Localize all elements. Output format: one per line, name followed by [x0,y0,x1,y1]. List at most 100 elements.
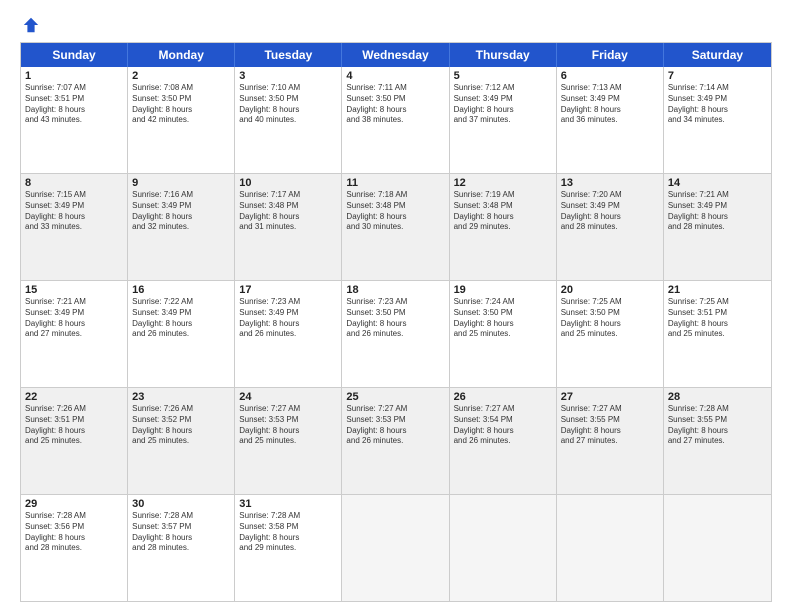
calendar-day: 6Sunrise: 7:13 AMSunset: 3:49 PMDaylight… [557,67,664,173]
calendar-day: 3Sunrise: 7:10 AMSunset: 3:50 PMDaylight… [235,67,342,173]
calendar-day: 7Sunrise: 7:14 AMSunset: 3:49 PMDaylight… [664,67,771,173]
day-info: Sunrise: 7:14 AMSunset: 3:49 PMDaylight:… [668,83,767,126]
day-number: 3 [239,70,337,82]
header-day: Sunday [21,43,128,67]
calendar-day: 25Sunrise: 7:27 AMSunset: 3:53 PMDayligh… [342,388,449,494]
day-info: Sunrise: 7:12 AMSunset: 3:49 PMDaylight:… [454,83,552,126]
calendar-day: 16Sunrise: 7:22 AMSunset: 3:49 PMDayligh… [128,281,235,387]
header-day: Wednesday [342,43,449,67]
calendar-day: 23Sunrise: 7:26 AMSunset: 3:52 PMDayligh… [128,388,235,494]
day-number: 5 [454,70,552,82]
calendar-day: 27Sunrise: 7:27 AMSunset: 3:55 PMDayligh… [557,388,664,494]
day-info: Sunrise: 7:17 AMSunset: 3:48 PMDaylight:… [239,190,337,233]
calendar-day: 15Sunrise: 7:21 AMSunset: 3:49 PMDayligh… [21,281,128,387]
empty-cell [664,495,771,601]
calendar-week: 29Sunrise: 7:28 AMSunset: 3:56 PMDayligh… [21,494,771,601]
day-info: Sunrise: 7:25 AMSunset: 3:50 PMDaylight:… [561,297,659,340]
header-day: Thursday [450,43,557,67]
day-number: 20 [561,284,659,296]
calendar-day: 21Sunrise: 7:25 AMSunset: 3:51 PMDayligh… [664,281,771,387]
day-info: Sunrise: 7:07 AMSunset: 3:51 PMDaylight:… [25,83,123,126]
header [20,16,772,32]
day-number: 24 [239,391,337,403]
calendar-day: 31Sunrise: 7:28 AMSunset: 3:58 PMDayligh… [235,495,342,601]
calendar-header: SundayMondayTuesdayWednesdayThursdayFrid… [21,43,771,67]
day-number: 29 [25,498,123,510]
calendar: SundayMondayTuesdayWednesdayThursdayFrid… [20,42,772,602]
calendar-day: 2Sunrise: 7:08 AMSunset: 3:50 PMDaylight… [128,67,235,173]
day-number: 15 [25,284,123,296]
calendar-day: 18Sunrise: 7:23 AMSunset: 3:50 PMDayligh… [342,281,449,387]
day-number: 13 [561,177,659,189]
day-info: Sunrise: 7:10 AMSunset: 3:50 PMDaylight:… [239,83,337,126]
calendar-day: 5Sunrise: 7:12 AMSunset: 3:49 PMDaylight… [450,67,557,173]
day-number: 8 [25,177,123,189]
day-number: 31 [239,498,337,510]
day-info: Sunrise: 7:24 AMSunset: 3:50 PMDaylight:… [454,297,552,340]
day-number: 10 [239,177,337,189]
day-info: Sunrise: 7:19 AMSunset: 3:48 PMDaylight:… [454,190,552,233]
day-info: Sunrise: 7:18 AMSunset: 3:48 PMDaylight:… [346,190,444,233]
calendar-day: 9Sunrise: 7:16 AMSunset: 3:49 PMDaylight… [128,174,235,280]
calendar-day: 28Sunrise: 7:28 AMSunset: 3:55 PMDayligh… [664,388,771,494]
day-info: Sunrise: 7:08 AMSunset: 3:50 PMDaylight:… [132,83,230,126]
header-day: Saturday [664,43,771,67]
day-number: 22 [25,391,123,403]
day-info: Sunrise: 7:16 AMSunset: 3:49 PMDaylight:… [132,190,230,233]
day-number: 23 [132,391,230,403]
day-info: Sunrise: 7:11 AMSunset: 3:50 PMDaylight:… [346,83,444,126]
calendar-day: 22Sunrise: 7:26 AMSunset: 3:51 PMDayligh… [21,388,128,494]
calendar-day: 29Sunrise: 7:28 AMSunset: 3:56 PMDayligh… [21,495,128,601]
day-info: Sunrise: 7:27 AMSunset: 3:54 PMDaylight:… [454,404,552,447]
day-info: Sunrise: 7:26 AMSunset: 3:51 PMDaylight:… [25,404,123,447]
day-number: 30 [132,498,230,510]
day-info: Sunrise: 7:28 AMSunset: 3:56 PMDaylight:… [25,511,123,554]
calendar-week: 8Sunrise: 7:15 AMSunset: 3:49 PMDaylight… [21,173,771,280]
day-number: 7 [668,70,767,82]
day-info: Sunrise: 7:20 AMSunset: 3:49 PMDaylight:… [561,190,659,233]
calendar-day: 19Sunrise: 7:24 AMSunset: 3:50 PMDayligh… [450,281,557,387]
day-number: 14 [668,177,767,189]
day-number: 16 [132,284,230,296]
day-info: Sunrise: 7:21 AMSunset: 3:49 PMDaylight:… [25,297,123,340]
calendar-day: 13Sunrise: 7:20 AMSunset: 3:49 PMDayligh… [557,174,664,280]
calendar-day: 12Sunrise: 7:19 AMSunset: 3:48 PMDayligh… [450,174,557,280]
logo-icon [22,16,40,34]
day-number: 6 [561,70,659,82]
day-info: Sunrise: 7:23 AMSunset: 3:50 PMDaylight:… [346,297,444,340]
day-info: Sunrise: 7:28 AMSunset: 3:57 PMDaylight:… [132,511,230,554]
calendar-day: 8Sunrise: 7:15 AMSunset: 3:49 PMDaylight… [21,174,128,280]
day-number: 9 [132,177,230,189]
calendar-body: 1Sunrise: 7:07 AMSunset: 3:51 PMDaylight… [21,67,771,601]
calendar-day: 20Sunrise: 7:25 AMSunset: 3:50 PMDayligh… [557,281,664,387]
calendar-day: 26Sunrise: 7:27 AMSunset: 3:54 PMDayligh… [450,388,557,494]
day-number: 26 [454,391,552,403]
header-day: Monday [128,43,235,67]
calendar-week: 15Sunrise: 7:21 AMSunset: 3:49 PMDayligh… [21,280,771,387]
header-day: Tuesday [235,43,342,67]
day-info: Sunrise: 7:28 AMSunset: 3:55 PMDaylight:… [668,404,767,447]
calendar-day: 24Sunrise: 7:27 AMSunset: 3:53 PMDayligh… [235,388,342,494]
day-number: 2 [132,70,230,82]
day-info: Sunrise: 7:27 AMSunset: 3:53 PMDaylight:… [346,404,444,447]
day-info: Sunrise: 7:23 AMSunset: 3:49 PMDaylight:… [239,297,337,340]
page: SundayMondayTuesdayWednesdayThursdayFrid… [0,0,792,612]
day-info: Sunrise: 7:21 AMSunset: 3:49 PMDaylight:… [668,190,767,233]
empty-cell [450,495,557,601]
day-info: Sunrise: 7:27 AMSunset: 3:55 PMDaylight:… [561,404,659,447]
calendar-day: 1Sunrise: 7:07 AMSunset: 3:51 PMDaylight… [21,67,128,173]
header-day: Friday [557,43,664,67]
day-number: 12 [454,177,552,189]
empty-cell [342,495,449,601]
day-info: Sunrise: 7:25 AMSunset: 3:51 PMDaylight:… [668,297,767,340]
day-number: 19 [454,284,552,296]
calendar-day: 11Sunrise: 7:18 AMSunset: 3:48 PMDayligh… [342,174,449,280]
day-number: 27 [561,391,659,403]
day-number: 17 [239,284,337,296]
day-number: 4 [346,70,444,82]
day-number: 1 [25,70,123,82]
calendar-day: 10Sunrise: 7:17 AMSunset: 3:48 PMDayligh… [235,174,342,280]
day-info: Sunrise: 7:13 AMSunset: 3:49 PMDaylight:… [561,83,659,126]
day-info: Sunrise: 7:15 AMSunset: 3:49 PMDaylight:… [25,190,123,233]
calendar-day: 14Sunrise: 7:21 AMSunset: 3:49 PMDayligh… [664,174,771,280]
